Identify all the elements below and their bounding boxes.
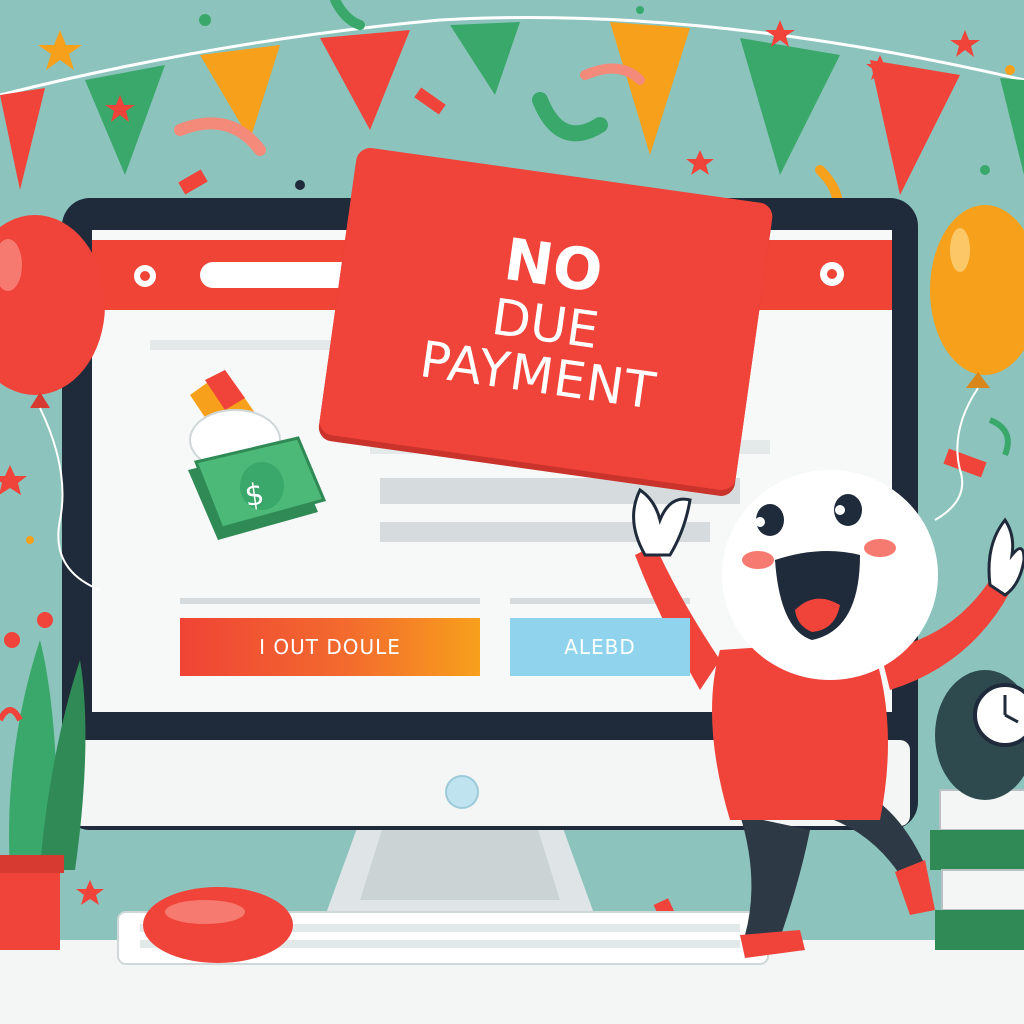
mouse bbox=[143, 887, 293, 963]
secondary-button[interactable]: ALEBD bbox=[510, 618, 690, 676]
primary-button[interactable]: I OUT DOULE bbox=[180, 618, 480, 676]
no-due-payment-banner: NO DUE PAYMENT bbox=[317, 146, 775, 492]
illustration bbox=[0, 0, 1024, 1024]
books-stack bbox=[930, 789, 1024, 950]
banner-line-3: PAYMENT bbox=[416, 330, 660, 421]
clock bbox=[935, 670, 1024, 800]
celebration-scene: NO DUE PAYMENT $ I OUT DOULE ALEBD bbox=[0, 0, 1024, 1024]
